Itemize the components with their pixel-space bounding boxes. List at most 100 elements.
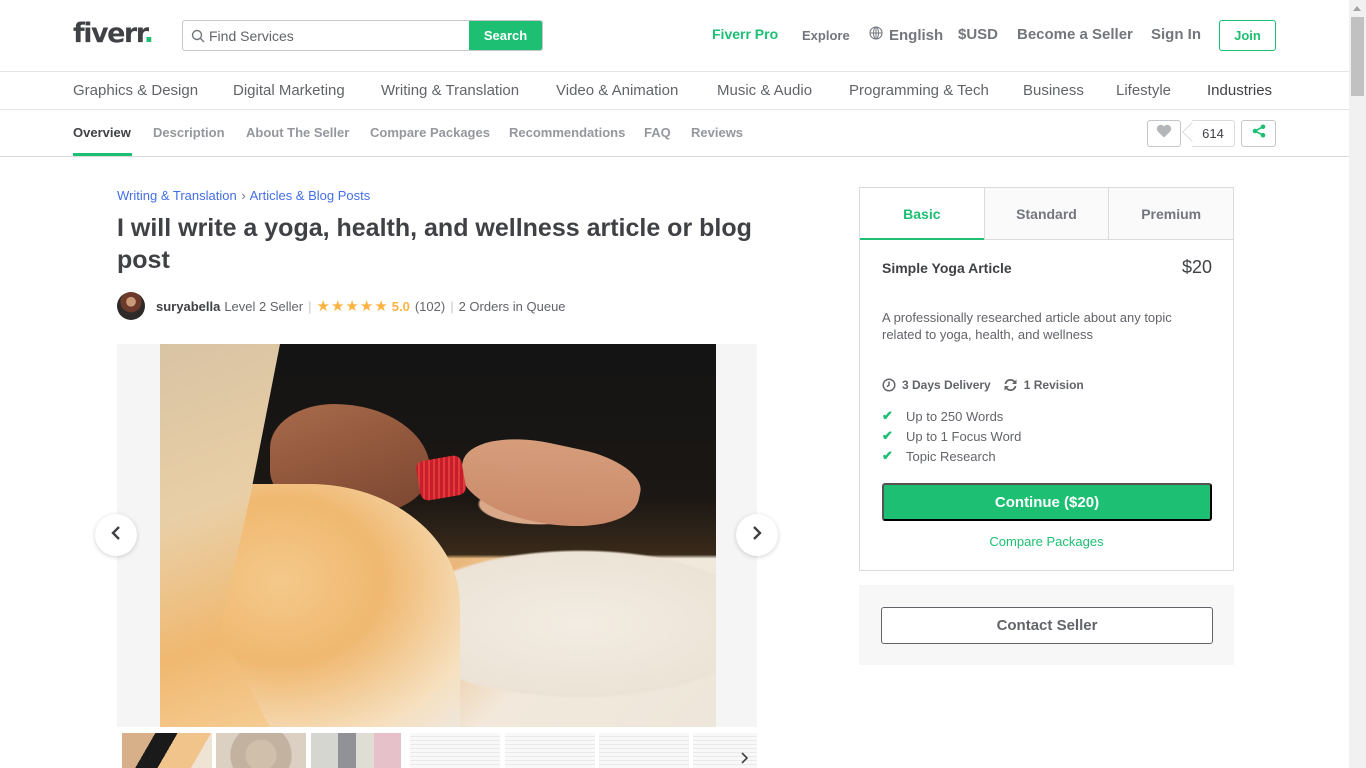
star-icon: ★: [359, 297, 374, 315]
gig-title: I will write a yoga, health, and wellnes…: [117, 214, 752, 274]
rating-stars: ★ ★ ★ ★ ★: [317, 299, 388, 314]
tab-description[interactable]: Description: [153, 125, 225, 140]
search-input[interactable]: [207, 21, 469, 50]
currency-selector[interactable]: $USD: [958, 26, 998, 43]
breadcrumb-separator: ›: [241, 188, 246, 203]
divider: |: [308, 298, 312, 314]
thumbnails-next-icon[interactable]: [740, 751, 749, 768]
search-bar: Search: [182, 20, 543, 51]
seller-username[interactable]: suryabella: [156, 299, 220, 314]
review-count[interactable]: (102): [415, 299, 445, 314]
chevron-left-icon: [110, 525, 122, 546]
gig-section-nav: Overview Description About The Seller Co…: [0, 110, 1349, 157]
feature-item: ✔ Up to 1 Focus Word: [882, 428, 1022, 444]
seller-overview: suryabella Level 2 Seller | ★ ★ ★ ★ ★ 5.…: [117, 292, 566, 320]
category-graphics-design[interactable]: Graphics & Design: [73, 82, 198, 99]
gallery-next-button[interactable]: [736, 514, 778, 556]
tab-basic[interactable]: Basic: [860, 188, 984, 240]
category-industries[interactable]: Industries: [1207, 82, 1272, 99]
tab-premium[interactable]: Premium: [1108, 188, 1234, 239]
scroll-thumb[interactable]: [1351, 17, 1364, 96]
package-meta: 3 Days Delivery 1 Revision: [882, 378, 1096, 392]
language-selector[interactable]: English: [869, 26, 943, 44]
thumbnail[interactable]: [216, 733, 306, 768]
category-business[interactable]: Business: [1023, 82, 1084, 99]
category-writing-translation[interactable]: Writing & Translation: [381, 82, 519, 99]
breadcrumb-writing-translation[interactable]: Writing & Translation: [117, 188, 237, 203]
breadcrumb-articles-blog-posts[interactable]: Articles & Blog Posts: [250, 188, 371, 203]
join-button[interactable]: Join: [1219, 20, 1276, 51]
become-seller-link[interactable]: Become a Seller: [1017, 26, 1133, 43]
check-icon: ✔: [882, 408, 893, 423]
check-icon: ✔: [882, 428, 893, 443]
explore-link[interactable]: Explore: [802, 28, 850, 43]
tab-standard[interactable]: Standard: [983, 188, 1109, 239]
page-scrollbar[interactable]: [1349, 0, 1366, 768]
seller-avatar[interactable]: [117, 292, 145, 320]
image-hand: [453, 426, 647, 542]
seller-level: Level 2 Seller: [224, 298, 304, 314]
compare-packages-link[interactable]: Compare Packages: [860, 534, 1233, 549]
image-bangles: [414, 454, 468, 502]
packages-panel: Basic Standard Premium Simple Yoga Artic…: [859, 187, 1234, 571]
active-tab-indicator: [73, 153, 132, 156]
revisions: 1 Revision: [1023, 378, 1084, 392]
favorite-button[interactable]: [1147, 120, 1181, 147]
scroll-up-arrow-icon[interactable]: [1353, 6, 1361, 11]
gallery-main-image[interactable]: [160, 344, 716, 727]
globe-icon: [869, 26, 883, 44]
share-button[interactable]: [1241, 120, 1276, 147]
search-button[interactable]: Search: [469, 21, 542, 50]
category-menu: Graphics & Design Digital Marketing Writ…: [0, 72, 1349, 110]
star-icon: ★: [374, 297, 388, 315]
divider: |: [450, 298, 454, 314]
category-digital-marketing[interactable]: Digital Marketing: [233, 82, 345, 99]
fiverr-logo[interactable]: fiverr.: [73, 18, 154, 49]
gallery-prev-button[interactable]: [95, 514, 137, 556]
clock-icon: [882, 378, 896, 392]
top-header: fiverr. Search Fiverr Pro Explore Englis…: [0, 0, 1349, 72]
thumbnail[interactable]: [311, 733, 401, 768]
orders-in-queue: 2 Orders in Queue: [458, 298, 566, 314]
favorites-count: 614: [1192, 120, 1235, 147]
tab-compare-packages[interactable]: Compare Packages: [370, 125, 490, 140]
category-programming-tech[interactable]: Programming & Tech: [849, 82, 989, 99]
feature-item: ✔ Topic Research: [882, 448, 996, 464]
gallery-thumbnails: [117, 731, 757, 768]
star-icon: ★: [330, 297, 345, 315]
package-tabs: Basic Standard Premium: [860, 188, 1234, 240]
feature-item: ✔ Up to 250 Words: [882, 408, 1004, 424]
thumbnail[interactable]: [599, 733, 689, 768]
fiverr-pro-link[interactable]: Fiverr Pro: [712, 26, 778, 42]
package-price: $20: [1181, 257, 1212, 277]
category-music-audio[interactable]: Music & Audio: [717, 82, 812, 99]
search-icon: [183, 21, 207, 50]
language-label: English: [889, 26, 944, 44]
thumbnail[interactable]: [505, 733, 595, 768]
package-features: ✔ Up to 250 Words ✔ Up to 1 Focus Word ✔ To…: [882, 406, 1021, 466]
category-lifestyle[interactable]: Lifestyle: [1116, 82, 1171, 99]
rating-score: 5.0: [391, 298, 410, 314]
thumbnail[interactable]: [410, 733, 500, 768]
breadcrumb: Writing & Translation › Articles & Blog …: [117, 188, 370, 203]
sign-in-link[interactable]: Sign In: [1151, 26, 1201, 43]
gig-gallery: [117, 344, 757, 727]
tab-overview[interactable]: Overview: [73, 125, 131, 140]
tab-reviews[interactable]: Reviews: [691, 125, 743, 140]
heart-icon: [1156, 124, 1172, 143]
tab-faq[interactable]: FAQ: [644, 125, 671, 140]
continue-button[interactable]: Continue ($20): [882, 483, 1212, 521]
package-description: A professionally researched article abou…: [882, 310, 1172, 342]
thumbnail[interactable]: [122, 733, 212, 768]
tab-about-seller[interactable]: About The Seller: [246, 125, 349, 140]
star-icon: ★: [345, 297, 359, 315]
package-name: Simple Yoga Article: [882, 260, 1012, 276]
contact-seller-button[interactable]: Contact Seller: [881, 607, 1213, 644]
contact-seller-panel: Contact Seller: [859, 585, 1234, 665]
chevron-right-icon: [751, 525, 763, 546]
check-icon: ✔: [882, 448, 893, 463]
tab-recommendations[interactable]: Recommendations: [509, 125, 625, 140]
star-icon: ★: [316, 297, 330, 315]
refresh-icon: [1003, 378, 1018, 392]
category-video-animation[interactable]: Video & Animation: [556, 82, 678, 99]
